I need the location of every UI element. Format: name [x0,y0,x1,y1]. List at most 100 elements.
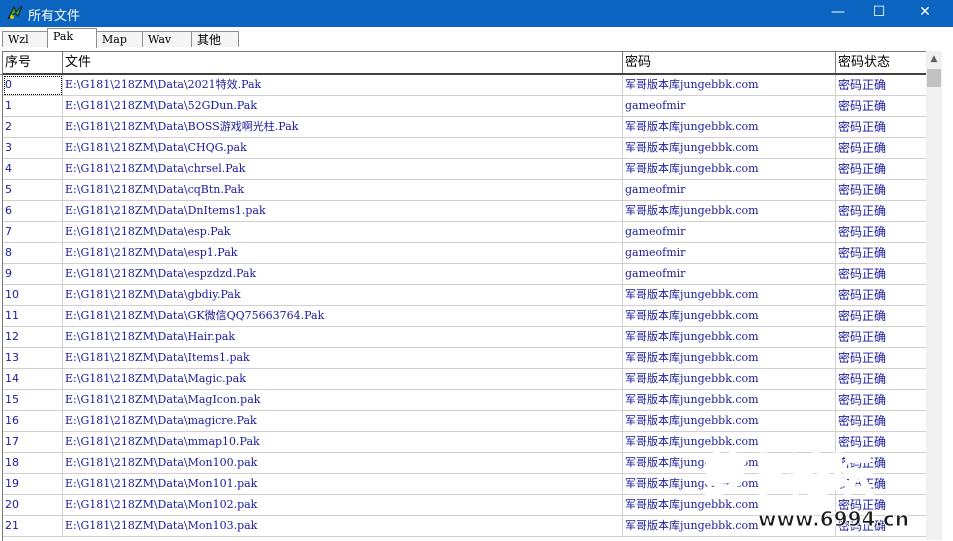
table-row[interactable]: 13 E:\G181\218ZM\Data\Items1.pak 军哥版本库jung… [3,348,927,369]
close-button[interactable]: ✕ [902,0,948,27]
table-row[interactable]: 7 E:\G181\218ZM\Data\esp.Pak gameofmir 密码正确 [3,222,927,243]
column-header-password[interactable]: 密码 [623,52,836,73]
cell-password-status[interactable]: 密码正确 [836,306,927,327]
cell-password-status[interactable]: 密码正确 [836,264,927,285]
cell-password[interactable]: 军哥版本库jungebbk.com [623,390,836,411]
cell-file[interactable]: E:\G181\218ZM\Data\magicre.Pak [63,411,623,432]
table-row[interactable]: 8 E:\G181\218ZM\Data\esp1.Pak gameofmir 密码正… [3,243,927,264]
cell-password[interactable]: 军哥版本库jungebbk.com [623,117,836,138]
table-row[interactable]: 16 E:\G181\218ZM\Data\magicre.Pak 军哥版本库jun… [3,411,927,432]
table-row[interactable]: 6 E:\G181\218ZM\Data\DnItems1.pak 军哥版本库jun… [3,201,927,222]
table-row[interactable]: 14 E:\G181\218ZM\Data\Magic.pak 军哥版本库junge… [3,369,927,390]
cell-index[interactable]: 13 [3,348,63,369]
cell-password[interactable]: 军哥版本库jungebbk.com [623,138,836,159]
cell-index[interactable]: 17 [3,432,63,453]
table-row[interactable]: 10 E:\G181\218ZM\Data\gbdiy.Pak 军哥版本库junge… [3,285,927,306]
cell-index[interactable]: 0 [3,75,63,96]
cell-index[interactable]: 3 [3,138,63,159]
cell-password-status[interactable]: 密码正确 [836,75,927,96]
cell-file[interactable]: E:\G181\218ZM\Data\Items1.pak [63,348,623,369]
cell-file[interactable]: E:\G181\218ZM\Data\GK微信QQ75663764.Pak [63,306,623,327]
table-row[interactable]: 2 E:\G181\218ZM\Data\BOSS游戏啊光柱.Pak 军哥版本库ju… [3,117,927,138]
cell-password[interactable]: 军哥版本库jungebbk.com [623,201,836,222]
cell-password[interactable]: 军哥版本库jungebbk.com [623,348,836,369]
cell-password[interactable]: 军哥版本库jungebbk.com [623,327,836,348]
table-row[interactable]: 15 E:\G181\218ZM\Data\MagIcon.pak 军哥版本库jun… [3,390,927,411]
column-header-password-status[interactable]: 密码状态 [836,52,927,73]
table-row[interactable]: 9 E:\G181\218ZM\Data\espzdzd.Pak gameofmir… [3,264,927,285]
cell-password[interactable]: gameofmir [623,222,836,243]
cell-file[interactable]: E:\G181\218ZM\Data\Mon100.pak [63,453,623,474]
table-row[interactable]: 12 E:\G181\218ZM\Data\Hair.pak 军哥版本库jungeb… [3,327,927,348]
cell-index[interactable]: 5 [3,180,63,201]
cell-file[interactable]: E:\G181\218ZM\Data\CHQG.pak [63,138,623,159]
cell-index[interactable]: 4 [3,159,63,180]
cell-password[interactable]: 军哥版本库jungebbk.com [623,306,836,327]
cell-password-status[interactable]: 密码正确 [836,369,927,390]
tab-wav[interactable]: Wav [142,31,192,47]
cell-password-status[interactable]: 密码正确 [836,222,927,243]
cell-index[interactable]: 12 [3,327,63,348]
cell-file[interactable]: E:\G181\218ZM\Data\mmap10.Pak [63,432,623,453]
cell-index[interactable]: 21 [3,516,63,537]
cell-password[interactable]: gameofmir [623,243,836,264]
cell-file[interactable]: E:\G181\218ZM\Data\gbdiy.Pak [63,285,623,306]
cell-file[interactable]: E:\G181\218ZM\Data\Magic.pak [63,369,623,390]
cell-index[interactable]: 8 [3,243,63,264]
cell-password-status[interactable]: 密码正确 [836,180,927,201]
cell-index[interactable]: 11 [3,306,63,327]
cell-password[interactable]: 军哥版本库jungebbk.com [623,411,836,432]
cell-index[interactable]: 18 [3,453,63,474]
cell-file[interactable]: E:\G181\218ZM\Data\2021特效.Pak [63,75,623,96]
cell-password-status[interactable]: 密码正确 [836,243,927,264]
tab-other[interactable]: 其他 [191,31,239,47]
cell-file[interactable]: E:\G181\218ZM\Data\BOSS游戏啊光柱.Pak [63,117,623,138]
cell-password-status[interactable]: 密码正确 [836,327,927,348]
cell-index[interactable]: 2 [3,117,63,138]
tab-wzl[interactable]: Wzl [2,31,48,47]
cell-file[interactable]: E:\G181\218ZM\Data\chrsel.Pak [63,159,623,180]
cell-password-status[interactable]: 密码正确 [836,159,927,180]
cell-password-status[interactable]: 密码正确 [836,96,927,117]
cell-index[interactable]: 10 [3,285,63,306]
cell-index[interactable]: 7 [3,222,63,243]
cell-password-status[interactable]: 密码正确 [836,285,927,306]
cell-password[interactable]: 军哥版本库jungebbk.com [623,369,836,390]
table-row[interactable]: 5 E:\G181\218ZM\Data\cqBtn.Pak gameofmir 密码… [3,180,927,201]
cell-index[interactable]: 20 [3,495,63,516]
minimize-button[interactable]: — [815,0,861,27]
table-row[interactable]: 11 E:\G181\218ZM\Data\GK微信QQ75663764.Pak 军… [3,306,927,327]
cell-password[interactable]: 军哥版本库jungebbk.com [623,75,836,96]
cell-password-status[interactable]: 密码正确 [836,411,927,432]
cell-password-status[interactable]: 密码正确 [836,348,927,369]
cell-password-status[interactable]: 密码正确 [836,117,927,138]
cell-file[interactable]: E:\G181\218ZM\Data\Mon101.pak [63,474,623,495]
column-header-index[interactable]: 序号 [3,52,63,73]
scroll-up-arrow-icon[interactable]: ▲ [926,51,942,68]
cell-file[interactable]: E:\G181\218ZM\Data\esp1.Pak [63,243,623,264]
cell-password-status[interactable]: 密码正确 [836,390,927,411]
cell-file[interactable]: E:\G181\218ZM\Data\Hair.pak [63,327,623,348]
tab-map[interactable]: Map [96,31,143,47]
cell-file[interactable]: E:\G181\218ZM\Data\cqBtn.Pak [63,180,623,201]
cell-password[interactable]: 军哥版本库jungebbk.com [623,285,836,306]
tab-pak[interactable]: Pak [47,28,97,48]
cell-file[interactable]: E:\G181\218ZM\Data\esp.Pak [63,222,623,243]
cell-index[interactable]: 16 [3,411,63,432]
cell-file[interactable]: E:\G181\218ZM\Data\Mon102.pak [63,495,623,516]
cell-file[interactable]: E:\G181\218ZM\Data\52GDun.Pak [63,96,623,117]
cell-index[interactable]: 15 [3,390,63,411]
cell-file[interactable]: E:\G181\218ZM\Data\MagIcon.pak [63,390,623,411]
table-row[interactable]: 1 E:\G181\218ZM\Data\52GDun.Pak gameofmir 密… [3,96,927,117]
cell-index[interactable]: 6 [3,201,63,222]
cell-password-status[interactable]: 密码正确 [836,138,927,159]
cell-file[interactable]: E:\G181\218ZM\Data\Mon103.pak [63,516,623,537]
cell-file[interactable]: E:\G181\218ZM\Data\espzdzd.Pak [63,264,623,285]
table-row[interactable]: 3 E:\G181\218ZM\Data\CHQG.pak 军哥版本库jungebb… [3,138,927,159]
cell-file[interactable]: E:\G181\218ZM\Data\DnItems1.pak [63,201,623,222]
cell-password[interactable]: gameofmir [623,96,836,117]
cell-index[interactable]: 9 [3,264,63,285]
table-row[interactable]: 4 E:\G181\218ZM\Data\chrsel.Pak 军哥版本库junge… [3,159,927,180]
cell-index[interactable]: 1 [3,96,63,117]
cell-index[interactable]: 14 [3,369,63,390]
